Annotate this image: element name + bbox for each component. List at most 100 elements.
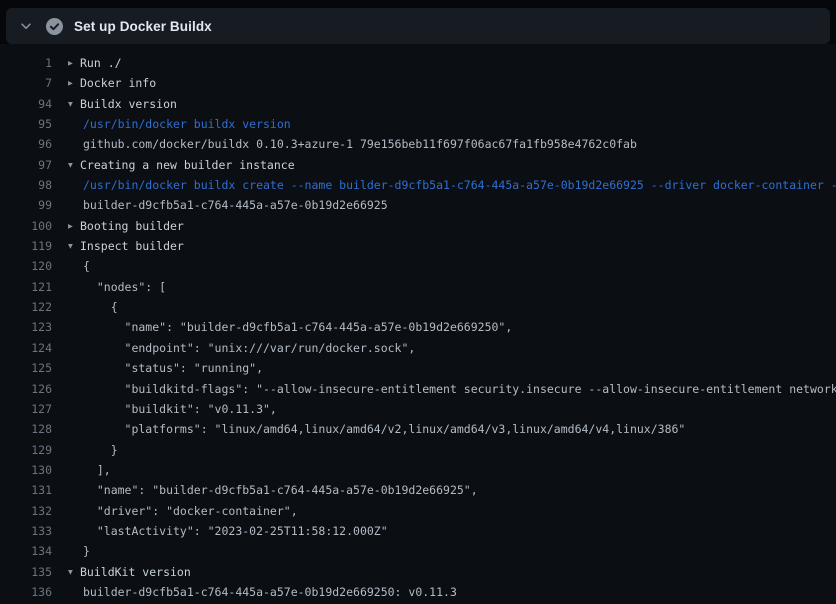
- line-number[interactable]: 99: [0, 195, 52, 215]
- log-line: 132 "driver": "docker-container",: [0, 501, 836, 521]
- chevron-down-icon: [18, 18, 34, 34]
- triangle-right-icon: ▶: [68, 54, 80, 74]
- line-text: Creating a new builder instance: [80, 158, 295, 172]
- line-text: "endpoint": "unix:///var/run/docker.sock…: [83, 341, 415, 355]
- log-line: 134 }: [0, 541, 836, 561]
- log-line: 122 {: [0, 297, 836, 317]
- line-text: "name": "builder-d9cfb5a1-c764-445a-a57e…: [83, 483, 478, 497]
- log-line: 120 {: [0, 256, 836, 276]
- line-content[interactable]: ▼Buildx version: [52, 94, 836, 114]
- line-content[interactable]: ▶Run ./: [52, 53, 836, 73]
- line-content: "nodes": [: [52, 277, 836, 297]
- step-header[interactable]: Set up Docker Buildx: [6, 8, 830, 44]
- line-content[interactable]: ▼Creating a new builder instance: [52, 155, 836, 175]
- line-number[interactable]: 1: [0, 53, 52, 73]
- triangle-down-icon: ▼: [68, 155, 80, 175]
- line-content: }: [52, 440, 836, 460]
- line-number[interactable]: 129: [0, 440, 52, 460]
- line-number[interactable]: 98: [0, 175, 52, 195]
- log-group-line: 135 ▼BuildKit version: [0, 562, 836, 582]
- line-text: "lastActivity": "2023-02-25T11:58:12.000…: [83, 524, 388, 538]
- line-text: {: [83, 259, 90, 273]
- line-content: "name": "builder-d9cfb5a1-c764-445a-a57e…: [52, 317, 836, 337]
- line-content: "lastActivity": "2023-02-25T11:58:12.000…: [52, 521, 836, 541]
- line-content: /usr/bin/docker buildx version: [52, 114, 836, 134]
- triangle-right-icon: ▶: [68, 74, 80, 94]
- line-text: "status": "running",: [83, 361, 263, 375]
- line-number[interactable]: 134: [0, 541, 52, 561]
- line-number[interactable]: 7: [0, 73, 52, 93]
- line-number[interactable]: 135: [0, 562, 52, 582]
- log-line: 126 "buildkitd-flags": "--allow-insecure…: [0, 379, 836, 399]
- line-content: "driver": "docker-container",: [52, 501, 836, 521]
- triangle-down-icon: ▼: [68, 237, 80, 257]
- line-text: "buildkitd-flags": "--allow-insecure-ent…: [83, 382, 836, 396]
- log-group-line: 97 ▼Creating a new builder instance: [0, 155, 836, 175]
- line-number[interactable]: 128: [0, 419, 52, 439]
- line-number[interactable]: 127: [0, 399, 52, 419]
- line-content: "status": "running",: [52, 358, 836, 378]
- log-group-line: 1 ▶Run ./: [0, 53, 836, 73]
- log-line: 128 "platforms": "linux/amd64,linux/amd6…: [0, 419, 836, 439]
- line-number[interactable]: 131: [0, 480, 52, 500]
- line-content[interactable]: ▼Inspect builder: [52, 236, 836, 256]
- line-content[interactable]: ▼BuildKit version: [52, 562, 836, 582]
- line-number[interactable]: 120: [0, 256, 52, 276]
- line-number[interactable]: 97: [0, 155, 52, 175]
- line-text: {: [83, 300, 118, 314]
- line-text: builder-d9cfb5a1-c764-445a-a57e-0b19d2e6…: [83, 585, 457, 599]
- line-content: {: [52, 297, 836, 317]
- line-number[interactable]: 100: [0, 216, 52, 236]
- log-group-line: 94 ▼Buildx version: [0, 94, 836, 114]
- line-number[interactable]: 124: [0, 338, 52, 358]
- triangle-down-icon: ▼: [68, 562, 80, 582]
- line-text: Run ./: [80, 56, 122, 70]
- log-line: 127 "buildkit": "v0.11.3",: [0, 399, 836, 419]
- line-number[interactable]: 123: [0, 317, 52, 337]
- line-text: Docker info: [80, 76, 156, 90]
- log-group-line: 7 ▶Docker info: [0, 73, 836, 93]
- log-line: 95 /usr/bin/docker buildx version: [0, 114, 836, 134]
- line-text: /usr/bin/docker buildx version: [83, 117, 291, 131]
- line-number[interactable]: 96: [0, 134, 52, 154]
- step-title: Set up Docker Buildx: [74, 19, 212, 34]
- line-text: }: [83, 544, 90, 558]
- log-group-line: 119 ▼Inspect builder: [0, 236, 836, 256]
- line-content[interactable]: ▶Booting builder: [52, 216, 836, 236]
- line-number[interactable]: 126: [0, 379, 52, 399]
- log-line: 130 ],: [0, 460, 836, 480]
- line-content: "platforms": "linux/amd64,linux/amd64/v2…: [52, 419, 836, 439]
- log-line: 131 "name": "builder-d9cfb5a1-c764-445a-…: [0, 480, 836, 500]
- line-text: }: [83, 443, 118, 457]
- line-content: "buildkitd-flags": "--allow-insecure-ent…: [52, 379, 836, 399]
- line-content: /usr/bin/docker buildx create --name bui…: [52, 175, 836, 195]
- line-content: }: [52, 541, 836, 561]
- line-number[interactable]: 94: [0, 94, 52, 114]
- line-content: "endpoint": "unix:///var/run/docker.sock…: [52, 338, 836, 358]
- line-text: Inspect builder: [80, 239, 184, 253]
- log-group-line: 100 ▶Booting builder: [0, 216, 836, 236]
- line-text: "platforms": "linux/amd64,linux/amd64/v2…: [83, 422, 685, 436]
- line-number[interactable]: 95: [0, 114, 52, 134]
- line-number[interactable]: 125: [0, 358, 52, 378]
- log-line: 123 "name": "builder-d9cfb5a1-c764-445a-…: [0, 317, 836, 337]
- line-text: Buildx version: [80, 97, 177, 111]
- log-line: 96 github.com/docker/buildx 0.10.3+azure…: [0, 134, 836, 154]
- log-line: 129 }: [0, 440, 836, 460]
- log-line: 136 builder-d9cfb5a1-c764-445a-a57e-0b19…: [0, 582, 836, 602]
- line-number[interactable]: 136: [0, 582, 52, 602]
- log-line: 121 "nodes": [: [0, 277, 836, 297]
- line-number[interactable]: 132: [0, 501, 52, 521]
- line-number[interactable]: 121: [0, 277, 52, 297]
- line-content: builder-d9cfb5a1-c764-445a-a57e-0b19d2e6…: [52, 195, 836, 215]
- line-number[interactable]: 122: [0, 297, 52, 317]
- line-content[interactable]: ▶Docker info: [52, 73, 836, 93]
- line-content: "buildkit": "v0.11.3",: [52, 399, 836, 419]
- line-text: github.com/docker/buildx 0.10.3+azure-1 …: [83, 137, 637, 151]
- line-number[interactable]: 133: [0, 521, 52, 541]
- line-text: Booting builder: [80, 219, 184, 233]
- line-text: "name": "builder-d9cfb5a1-c764-445a-a57e…: [83, 320, 512, 334]
- line-number[interactable]: 130: [0, 460, 52, 480]
- check-circle-icon: [46, 18, 63, 35]
- line-number[interactable]: 119: [0, 236, 52, 256]
